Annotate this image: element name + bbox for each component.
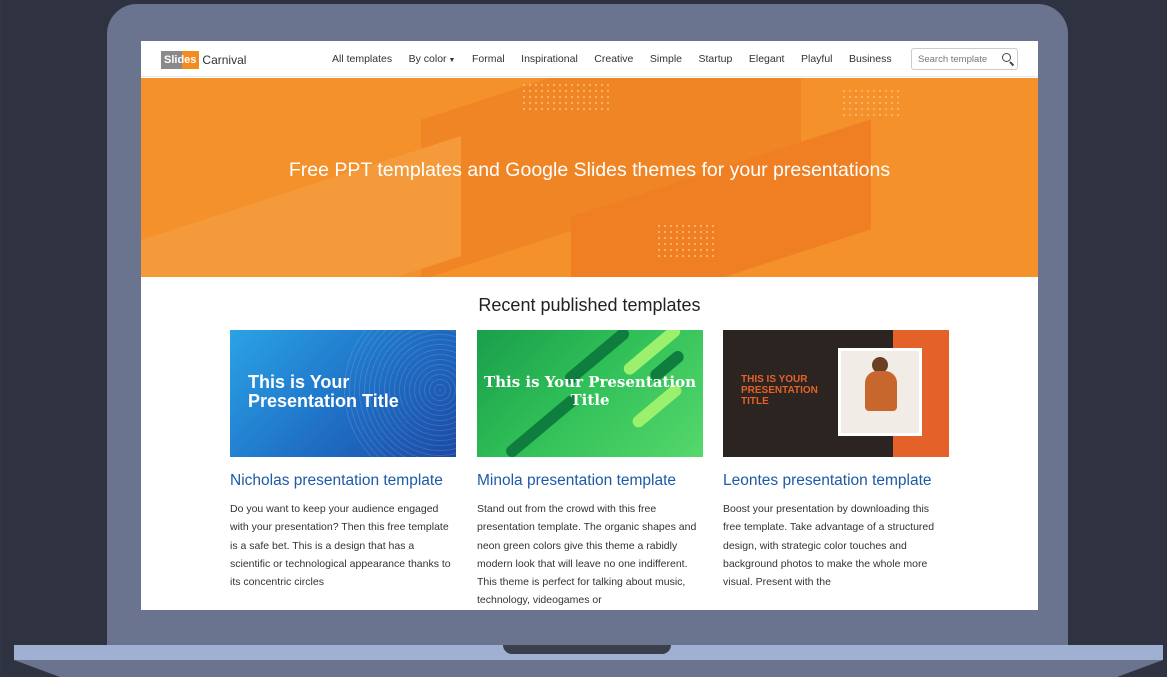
template-description: Boost your presentation by downloading t… — [723, 503, 935, 589]
hero-dot-pattern — [656, 223, 716, 259]
recent-templates-heading: Recent published templates — [478, 295, 701, 315]
search-icon[interactable] — [999, 50, 1017, 68]
search-placeholder: Search template — [918, 53, 988, 65]
template-thumbnail[interactable]: THIS IS YOUR PRESENTATION TITLE — [723, 330, 949, 457]
template-title-link[interactable]: Leontes presentation template — [723, 471, 949, 490]
template-description: Do you want to keep your audience engage… — [230, 503, 451, 589]
nav-link-all-templates[interactable]: All templates — [332, 53, 392, 65]
nav-link-inspirational[interactable]: Inspirational — [521, 53, 578, 65]
logo-carnival-text: Carnival — [202, 53, 247, 67]
hero-banner: Free PPT templates and Google Slides the… — [141, 78, 1038, 277]
thumbnail-title: This is Your Presentation Title — [248, 372, 399, 411]
hero-decor-shape — [141, 136, 461, 277]
nav-link-creative[interactable]: Creative — [594, 53, 633, 65]
thumbnail-title: This is Your Presentation Title — [483, 373, 697, 409]
template-card: This is Your Presentation Title Nicholas… — [230, 330, 456, 591]
template-title-link[interactable]: Nicholas presentation template — [230, 471, 456, 490]
laptop-screen: Slides Carnival All templates By color ▼ … — [141, 41, 1038, 610]
thumbnail-title-text: THIS IS YOUR PRESENTATION TITLE — [741, 374, 818, 407]
hero-dot-pattern — [841, 88, 901, 118]
top-navbar: Slides Carnival All templates By color ▼ … — [141, 41, 1038, 77]
hero-dot-pattern — [521, 82, 611, 112]
thumbnail-title: THIS IS YOUR PRESENTATION TITLE — [741, 374, 831, 407]
laptop-base-lower — [14, 660, 1163, 677]
thumbnail-photo — [838, 348, 922, 436]
template-card: THIS IS YOUR PRESENTATION TITLE Leontes … — [723, 330, 949, 591]
template-description: Stand out from the crowd with this free … — [477, 503, 697, 607]
nav-link-business[interactable]: Business — [849, 53, 892, 65]
template-card: This is Your Presentation Title Minola p… — [477, 330, 703, 610]
nav-links: All templates By color ▼ Formal Inspirati… — [332, 41, 908, 77]
nav-link-elegant[interactable]: Elegant — [749, 53, 785, 65]
hero-title: Free PPT templates and Google Slides the… — [288, 159, 891, 181]
person-body-shape — [865, 371, 897, 411]
nav-link-by-color[interactable]: By color ▼ — [409, 53, 456, 65]
template-title-link[interactable]: Minola presentation template — [477, 471, 703, 490]
laptop-notch — [503, 645, 671, 654]
template-thumbnail[interactable]: This is Your Presentation Title — [230, 330, 456, 457]
nav-link-startup[interactable]: Startup — [699, 53, 733, 65]
site-logo[interactable]: Slides Carnival — [161, 51, 246, 69]
nav-link-playful[interactable]: Playful — [801, 53, 833, 65]
nav-link-formal[interactable]: Formal — [472, 53, 505, 65]
nav-link-by-color-label: By color — [408, 53, 447, 65]
search-input[interactable]: Search template — [911, 48, 1018, 70]
logo-slides-text: Slides — [161, 51, 200, 69]
caret-down-icon: ▼ — [448, 57, 456, 64]
template-thumbnail[interactable]: This is Your Presentation Title — [477, 330, 703, 457]
nav-link-simple[interactable]: Simple — [650, 53, 682, 65]
